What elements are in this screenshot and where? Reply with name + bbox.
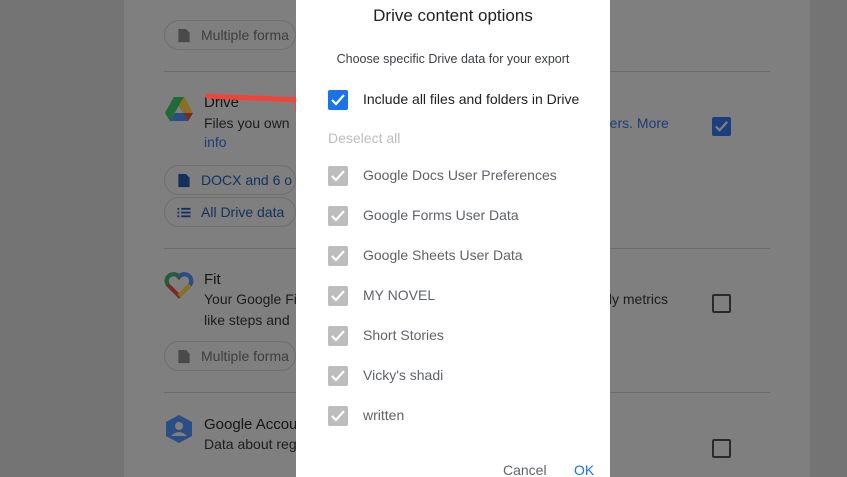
folder-label: MY NOVEL (363, 287, 436, 303)
backdrop-left (0, 0, 124, 477)
fit-logo-icon (164, 272, 194, 299)
folder-checkbox[interactable] (328, 206, 348, 226)
drive-content-options-dialog: Drive content options Choose specific Dr… (296, 0, 610, 477)
fit-include-checkbox[interactable] (712, 294, 731, 313)
folder-checkbox[interactable] (328, 326, 348, 346)
drive-more-info-link[interactable]: info (204, 132, 227, 153)
folder-checkbox[interactable] (328, 366, 348, 386)
cancel-button[interactable]: Cancel (503, 462, 547, 477)
folder-checkbox[interactable] (328, 166, 348, 186)
photos-format-chip: Multiple forma (164, 20, 296, 50)
drive-format-chip[interactable]: DOCX and 6 o (164, 165, 296, 195)
checkmark-icon (331, 250, 345, 262)
include-all-label: Include all files and folders in Drive (363, 91, 580, 107)
checkmark-icon (331, 210, 345, 222)
fit-desc-line1: Your Google Fi (204, 291, 297, 307)
checkmark-icon (331, 370, 345, 382)
folder-label: Google Docs User Preferences (363, 167, 557, 183)
folder-label: Google Forms User Data (363, 207, 519, 223)
chip-label: Multiple forma (201, 27, 289, 43)
chip-label: Multiple forma (201, 348, 289, 364)
include-all-checkbox[interactable] (328, 90, 348, 110)
drive-logo-icon (165, 97, 193, 121)
account-desc-line1: Data about reg (204, 436, 297, 452)
folder-label: Vicky's shadi (363, 367, 444, 383)
folder-checkbox[interactable] (328, 406, 348, 426)
account-include-checkbox[interactable] (712, 439, 731, 458)
drive-data-chip[interactable]: All Drive data (164, 197, 296, 227)
checkmark-icon (331, 94, 345, 106)
checkmark-icon (715, 121, 728, 132)
checkmark-icon (331, 290, 345, 302)
dialog-title: Drive content options (373, 6, 533, 25)
fit-format-chip: Multiple forma (164, 341, 296, 371)
fit-title: Fit (204, 271, 221, 288)
folder-checkbox[interactable] (328, 286, 348, 306)
drive-desc-line1: Files you own (204, 115, 290, 131)
checkmark-icon (331, 330, 345, 342)
chip-label: DOCX and 6 o (201, 172, 293, 188)
file-icon (178, 28, 190, 43)
checkmark-icon (331, 410, 345, 422)
ok-button[interactable]: OK (574, 462, 594, 477)
file-icon (178, 173, 190, 188)
folder-checkbox[interactable] (328, 246, 348, 266)
folder-label: Google Sheets User Data (363, 247, 523, 263)
list-icon (177, 207, 191, 218)
checkmark-icon (331, 170, 345, 182)
folder-label: Short Stories (363, 327, 444, 343)
chip-label: All Drive data (201, 204, 285, 220)
account-title: Google Accou (204, 416, 298, 433)
account-logo-icon (166, 415, 192, 443)
backdrop-right (810, 0, 847, 477)
dialog-subtitle: Choose specific Drive data for your expo… (336, 52, 570, 66)
fit-desc-line2: like steps and (204, 312, 290, 328)
folder-label: written (363, 407, 405, 423)
deselect-all-button[interactable]: Deselect all (328, 130, 400, 146)
file-icon (178, 349, 190, 364)
drive-include-checkbox[interactable] (712, 117, 731, 136)
